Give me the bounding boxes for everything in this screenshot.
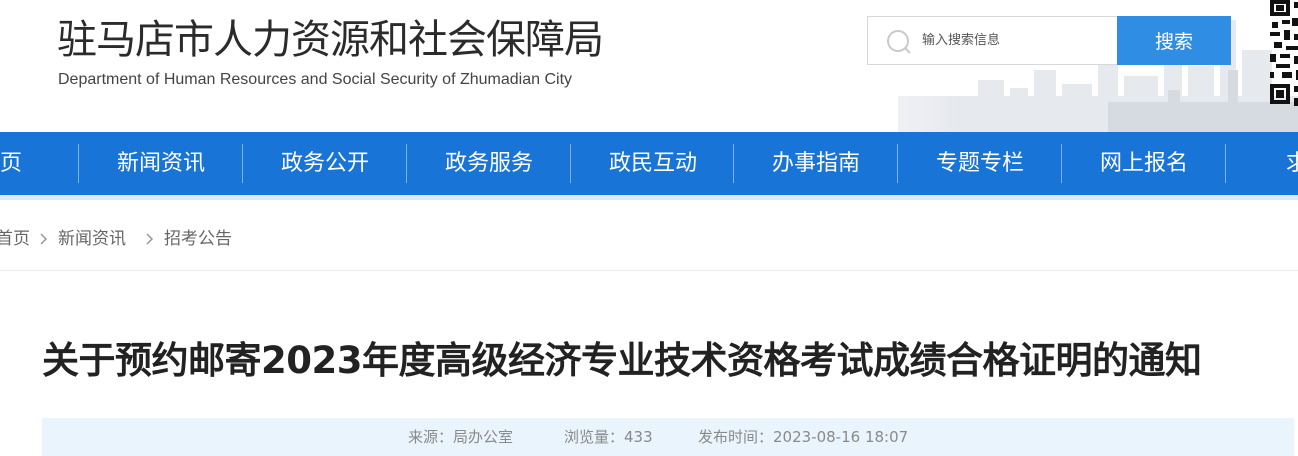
- site-header: 驻马店市人力资源和社会保障局 Department of Human Resou…: [0, 0, 1298, 132]
- nav-item-special-topics[interactable]: 专题专栏: [898, 132, 1062, 195]
- search-button[interactable]: 搜索: [1117, 16, 1231, 65]
- nav-bottom-strip: [0, 195, 1298, 200]
- breadcrumb-news[interactable]: 新闻资讯: [58, 222, 126, 256]
- nav-item-news[interactable]: 新闻资讯: [79, 132, 243, 195]
- nav-item-online-registration[interactable]: 网上报名: [1062, 132, 1226, 195]
- site-title: 驻马店市人力资源和社会保障局: [57, 17, 604, 63]
- qr-code-icon: [1270, 0, 1298, 106]
- chevron-right-icon: [40, 233, 48, 245]
- chevron-right-icon: [146, 233, 154, 245]
- search-box: 搜索: [867, 16, 1231, 65]
- site-subtitle: Department of Human Resources and Social…: [58, 71, 573, 88]
- nav-item-service-guide[interactable]: 办事指南: [734, 132, 898, 195]
- nav-item-government-services[interactable]: 政务服务: [407, 132, 571, 195]
- search-input[interactable]: [922, 18, 1116, 63]
- meta-published-time: 发布时间：2023-08-16 18:07: [698, 428, 909, 446]
- article-title: 关于预约邮寄2023年度高级经济专业技术资格考试成绩合格证明的通知: [42, 339, 1202, 382]
- nav-item-job-seeking[interactable]: 求职: [1226, 132, 1298, 195]
- breadcrumb-home[interactable]: 首页: [0, 222, 30, 256]
- nav-item-public-interaction[interactable]: 政民互动: [571, 132, 735, 195]
- breadcrumb-divider: [0, 270, 1298, 271]
- breadcrumb-exam-notices[interactable]: 招考公告: [164, 222, 232, 256]
- search-icon: [887, 30, 911, 54]
- meta-source: 来源：局办公室: [408, 428, 514, 446]
- meta-views: 浏览量：433: [564, 428, 653, 446]
- nav-item-home[interactable]: 首页: [0, 132, 82, 195]
- nav-item-government-affairs[interactable]: 政务公开: [243, 132, 407, 195]
- article-meta-bar: 来源：局办公室 浏览量：433 发布时间：2023-08-16 18:07: [42, 418, 1294, 456]
- main-nav: 首页 新闻资讯 政务公开 政务服务 政民互动 办事指南 专题专栏 网上报名 求职: [0, 132, 1298, 195]
